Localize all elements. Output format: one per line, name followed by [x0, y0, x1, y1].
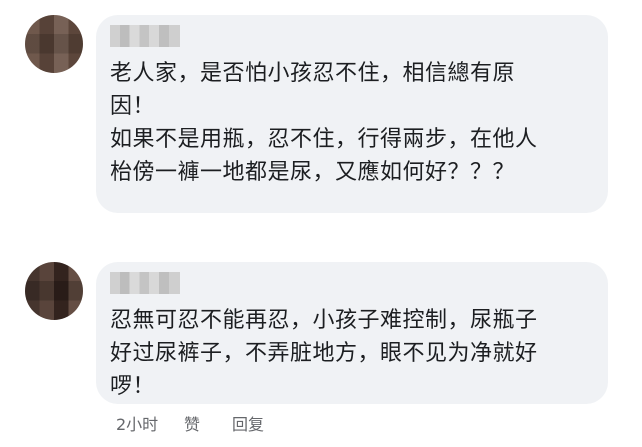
- comment-bubble: 老人家，是否怕小孩忍不住，相信總有原 因！ 如果不是用瓶，忍不住，行得兩步，在他…: [96, 15, 608, 213]
- comment-text: 忍無可忍不能再忍，小孩子难控制，尿瓶子 好过尿裤子，不弄脏地方，眼不见为净就好 …: [110, 308, 538, 399]
- timestamp[interactable]: 2小时: [116, 411, 184, 435]
- avatar[interactable]: [25, 262, 83, 320]
- commenter-name-blurred[interactable]: [110, 272, 180, 294]
- reply-button[interactable]: 回复: [232, 411, 264, 435]
- like-button[interactable]: 赞: [184, 411, 232, 435]
- comment-text: 老人家，是否怕小孩忍不住，相信總有原 因！ 如果不是用瓶，忍不住，行得兩步，在他…: [110, 61, 538, 185]
- comment-bubble: 忍無可忍不能再忍，小孩子难控制，尿瓶子 好过尿裤子，不弄脏地方，眼不见为净就好 …: [96, 262, 608, 404]
- avatar[interactable]: [25, 15, 83, 73]
- commenter-name-blurred[interactable]: [110, 25, 180, 47]
- comment-actions: 2小时 赞 回复: [116, 411, 264, 435]
